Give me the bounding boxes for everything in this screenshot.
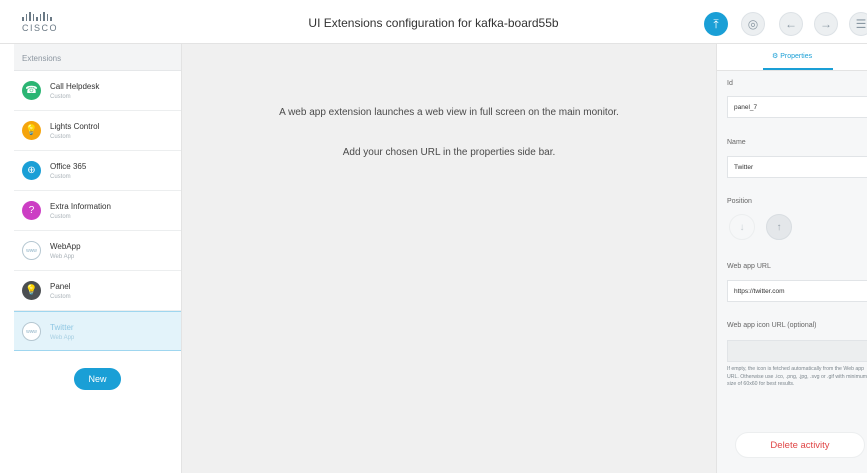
web-app-url-field[interactable]: https://twitter.com	[727, 280, 867, 302]
upload-button[interactable]: ⤒	[704, 12, 728, 36]
redo-button[interactable]: →	[814, 12, 838, 36]
web-app-description: A web app extension launches a web view …	[279, 107, 619, 118]
extension-item-office-365[interactable]: ⊕ Office 365 Custom	[14, 151, 181, 191]
properties-panel: ⚙ Properties Id panel_7 Name Twitter Pos…	[716, 44, 867, 473]
extension-icon: ?	[22, 201, 41, 220]
id-field[interactable]: panel_7	[727, 96, 867, 118]
extension-name: Office 365	[50, 162, 87, 171]
left-edge	[0, 44, 14, 473]
page-title: UI Extensions configuration for kafka-bo…	[308, 16, 559, 30]
tab-properties[interactable]: ⚙ Properties	[717, 44, 867, 71]
extension-item-panel[interactable]: 💡 Panel Custom	[14, 271, 181, 311]
icon-url-hint: If empty, the icon is fetched automatica…	[727, 366, 867, 388]
extension-icon: ☎	[22, 81, 41, 100]
extension-name: Call Helpdesk	[50, 82, 100, 91]
move-up-button[interactable]: ↑	[766, 214, 792, 240]
arrow-up-icon: ↑	[776, 221, 782, 233]
new-button[interactable]: New	[74, 368, 121, 390]
name-label: Name	[727, 139, 746, 146]
sidebar-heading: Extensions	[14, 44, 181, 71]
extension-name: WebApp	[50, 242, 81, 251]
icon-url-label: Web app icon URL (optional)	[727, 322, 817, 329]
extension-type: Custom	[50, 174, 71, 180]
extension-name: Lights Control	[50, 122, 100, 131]
position-label: Position	[727, 198, 752, 205]
extension-item-lights-control[interactable]: 💡 Lights Control Custom	[14, 111, 181, 151]
id-label: Id	[727, 80, 733, 87]
extension-item-call-helpdesk[interactable]: ☎ Call Helpdesk Custom	[14, 71, 181, 111]
menu-button[interactable]: ☰	[849, 12, 867, 36]
redo-icon: →	[820, 17, 832, 31]
url-instruction: Add your chosen URL in the properties si…	[342, 147, 556, 158]
move-down-button[interactable]: ↓	[729, 214, 755, 240]
extension-icon: www	[22, 241, 41, 260]
extension-name: Panel	[50, 282, 71, 291]
extension-icon: 💡	[22, 281, 41, 300]
extension-icon: ⊕	[22, 161, 41, 180]
delete-activity-button[interactable]: Delete activity	[735, 432, 865, 458]
extensions-sidebar: Extensions ☎ Call Helpdesk Custom 💡 Lights C…	[14, 44, 182, 473]
extension-type: Custom	[50, 294, 71, 300]
extension-item-twitter[interactable]: www Twitter Web App	[14, 311, 181, 351]
properties-tab-label: ⚙ Properties	[772, 53, 813, 60]
extension-item-webapp[interactable]: www WebApp Web App	[14, 231, 181, 271]
menu-icon: ☰	[855, 17, 867, 31]
extension-type: Custom	[50, 214, 71, 220]
undo-button[interactable]: ←	[779, 12, 803, 36]
extension-item-extra-information[interactable]: ? Extra Information Custom	[14, 191, 181, 231]
extension-icon: 💡	[22, 121, 41, 140]
extension-name: Extra Information	[50, 202, 111, 211]
arrow-down-icon: ↓	[739, 221, 745, 233]
app-header: CISCO UI Extensions configuration for ka…	[0, 0, 867, 44]
extension-type: Custom	[50, 94, 71, 100]
undo-icon: ←	[785, 17, 797, 31]
preview-icon: ◎	[747, 17, 759, 31]
extension-type: Web App	[50, 335, 75, 341]
web-app-url-label: Web app URL	[727, 263, 771, 270]
extension-type: Web App	[50, 254, 75, 260]
name-field[interactable]: Twitter	[727, 156, 867, 178]
preview-button[interactable]: ◎	[741, 12, 765, 36]
extension-name: Twitter	[50, 323, 74, 332]
extension-type: Custom	[50, 134, 71, 140]
extension-list: ☎ Call Helpdesk Custom 💡 Lights Control Custo…	[14, 71, 181, 351]
active-tab-indicator	[763, 68, 833, 70]
icon-url-field[interactable]	[727, 340, 867, 362]
preview-canvas: A web app extension launches a web view …	[182, 44, 716, 473]
upload-icon: ⤒	[713, 16, 719, 31]
extension-icon: www	[22, 322, 41, 341]
